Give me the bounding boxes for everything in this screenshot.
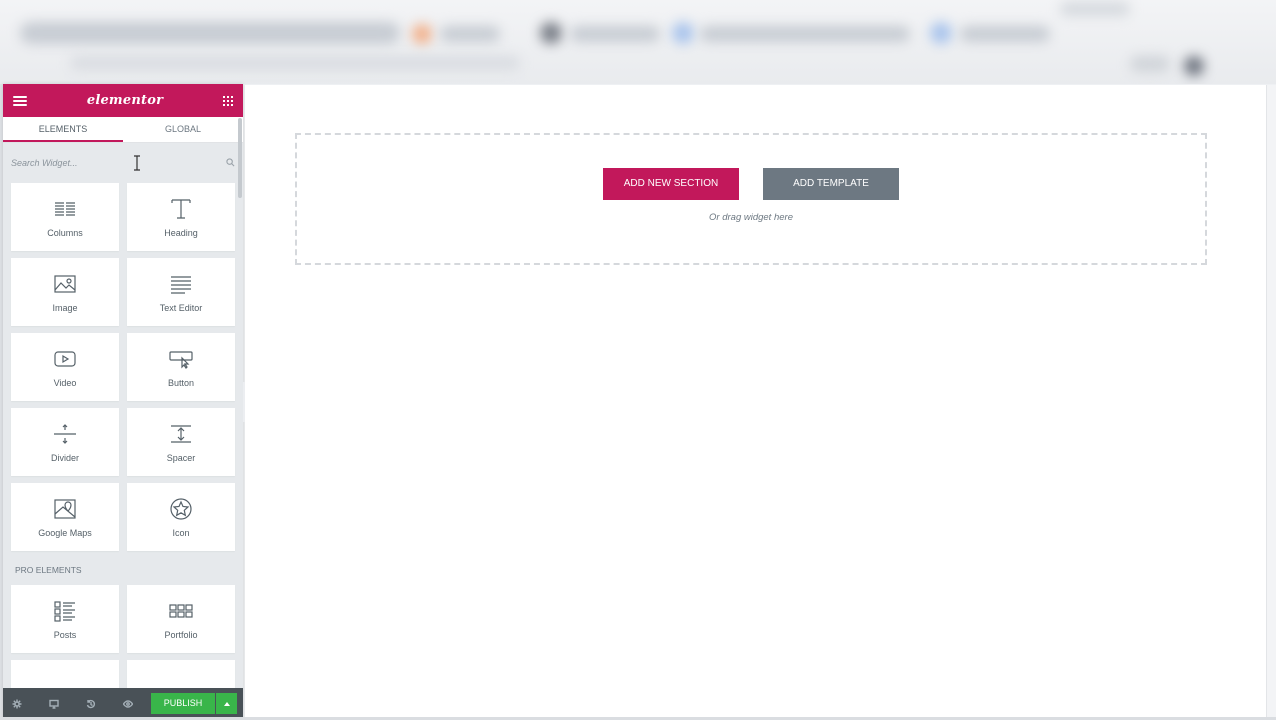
search-input[interactable] — [11, 158, 235, 168]
preview-eye-icon[interactable] — [122, 698, 134, 710]
drag-widget-hint: Or drag widget here — [709, 211, 793, 223]
divider-icon — [54, 424, 76, 444]
search-icon[interactable] — [226, 158, 235, 167]
widget-posts[interactable]: Posts — [11, 585, 119, 653]
browser-toolbar-blurred — [0, 0, 1276, 84]
widget-label: Heading — [164, 228, 198, 238]
widget-search — [3, 143, 243, 183]
star-icon — [170, 498, 192, 520]
panel-footer: PUBLISH — [3, 688, 243, 720]
widget-label: Spacer — [166, 453, 196, 463]
text-cursor-icon — [134, 155, 140, 171]
image-icon — [54, 275, 76, 293]
columns-icon — [55, 202, 75, 216]
widget-button[interactable]: Button — [127, 333, 235, 401]
widget-label: Icon — [172, 528, 190, 538]
widget-columns[interactable]: Columns — [11, 183, 119, 251]
widget-image[interactable]: Image — [11, 258, 119, 326]
elementor-logo: elementor — [86, 93, 164, 108]
pro-elements-title: PRO ELEMENTS — [15, 565, 82, 575]
panel-scrollbar-thumb[interactable] — [238, 118, 242, 198]
spacer-icon — [171, 425, 191, 443]
elementor-panel: elementor ELEMENTS GLOBAL Columns Headin… — [3, 84, 243, 720]
posts-icon — [54, 601, 75, 622]
tab-elements[interactable]: ELEMENTS — [3, 117, 123, 142]
button-icon — [169, 351, 193, 369]
widget-google-maps[interactable]: Google Maps — [11, 483, 119, 551]
add-template-button[interactable]: ADD TEMPLATE — [763, 167, 899, 200]
widget-label: Button — [167, 378, 195, 388]
add-buttons-row: ADD NEW SECTION ADD TEMPLATE — [603, 167, 899, 200]
hamburger-menu-icon[interactable] — [13, 95, 27, 106]
add-new-section-button[interactable]: ADD NEW SECTION — [603, 167, 739, 200]
widget-label: Video — [53, 378, 77, 388]
widget-label: Columns — [47, 228, 83, 238]
tab-global[interactable]: GLOBAL — [123, 117, 243, 142]
add-section-drop-area[interactable]: ADD NEW SECTION ADD TEMPLATE Or drag wid… — [295, 133, 1207, 265]
text-editor-icon — [171, 276, 191, 294]
publish-button[interactable]: PUBLISH — [151, 693, 215, 714]
widgets-grid-icon[interactable] — [222, 95, 233, 106]
settings-gear-icon[interactable] — [11, 698, 23, 710]
widget-label: Posts — [53, 630, 77, 640]
widget-divider[interactable]: Divider — [11, 408, 119, 476]
widget-label: Divider — [50, 453, 79, 463]
widget-label: Image — [52, 303, 78, 313]
google-maps-icon — [54, 499, 76, 519]
panel-header: elementor — [3, 84, 243, 117]
widget-label: Google Maps — [38, 528, 92, 538]
panel-tabs: ELEMENTS GLOBAL — [3, 117, 243, 143]
responsive-desktop-icon[interactable] — [48, 698, 60, 710]
widget-heading[interactable]: Heading — [127, 183, 235, 251]
widget-label: Text Editor — [159, 303, 203, 313]
history-icon[interactable] — [85, 698, 97, 710]
portfolio-icon — [169, 604, 193, 618]
editor-canvas: ADD NEW SECTION ADD TEMPLATE Or drag wid… — [245, 85, 1266, 717]
widget-portfolio[interactable]: Portfolio — [127, 585, 235, 653]
widget-label: Portfolio — [164, 630, 198, 640]
heading-icon — [171, 199, 191, 219]
basic-widgets-grid: Columns Heading Image Text Editor Video … — [3, 183, 243, 551]
publish-options-caret-icon[interactable] — [216, 693, 237, 714]
widget-icon[interactable]: Icon — [127, 483, 235, 551]
widget-spacer[interactable]: Spacer — [127, 408, 235, 476]
canvas-scrollbar[interactable] — [1266, 85, 1276, 717]
widget-text-editor[interactable]: Text Editor — [127, 258, 235, 326]
widget-video[interactable]: Video — [11, 333, 119, 401]
video-icon — [54, 351, 76, 367]
